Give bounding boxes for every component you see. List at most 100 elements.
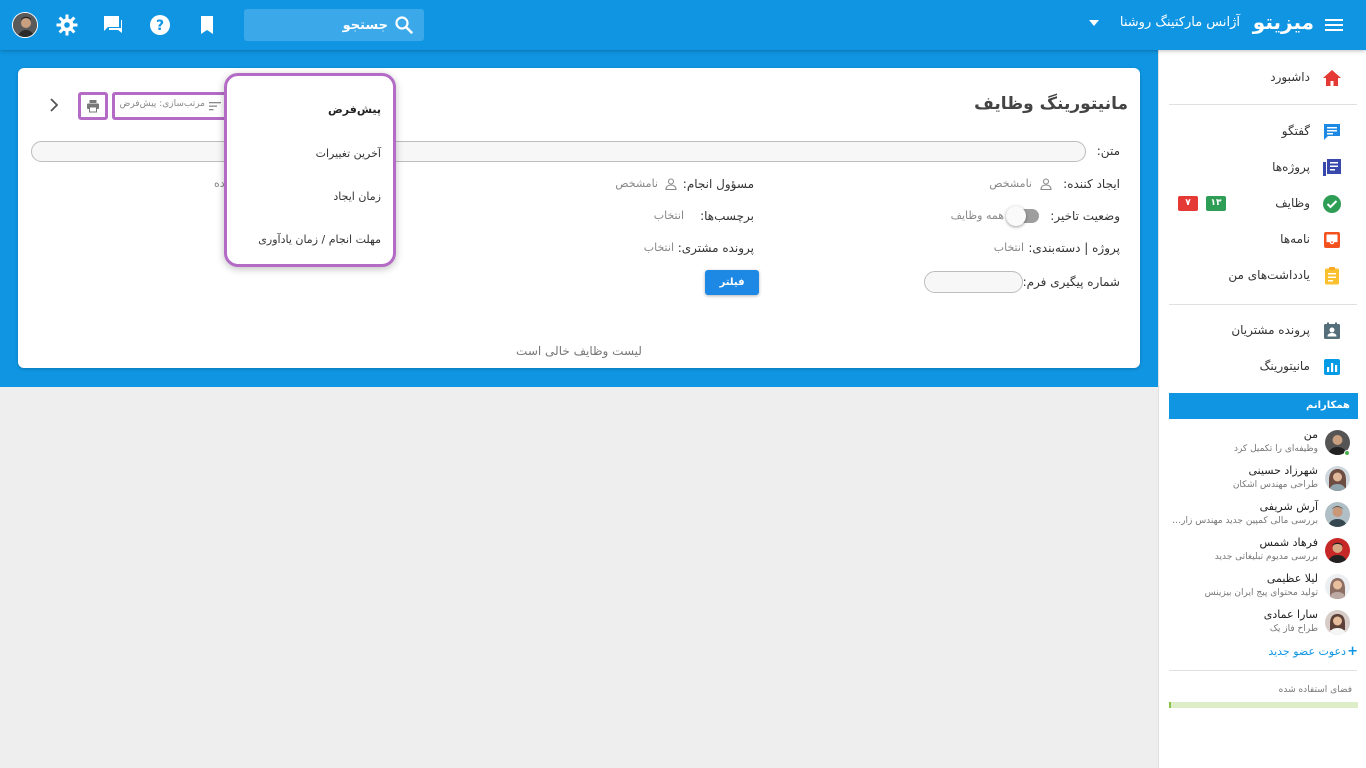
sidebar-item-label: یادداشت‌های من [1228, 268, 1310, 282]
sidebar-item-monitoring[interactable]: مانیتورینگ [1158, 349, 1366, 385]
sidebar-item-my-notes[interactable]: یادداشت‌های من [1158, 258, 1366, 294]
sidebar-item-letters[interactable]: نامه‌ها [1158, 222, 1366, 258]
member-item[interactable]: فرهاد شمس بررسی مدیوم تبلیغاتی جدید [1169, 532, 1358, 568]
sidebar: داشبورد گفتگو پروژه‌ها وظایف ۱۳ ۷ نامه‌ه… [1158, 50, 1366, 768]
sort-option-deadline[interactable]: مهلت انجام / زمان یادآوری [258, 233, 381, 246]
hamburger-menu-icon[interactable] [1324, 15, 1344, 35]
project-select[interactable]: انتخاب [994, 241, 1024, 254]
member-name: من [1303, 428, 1318, 441]
avatar [1325, 574, 1350, 599]
sort-icon [209, 102, 221, 111]
caret-down-icon[interactable] [1089, 20, 1099, 26]
sort-dropdown-menu: پیش‌فرض آخرین تغییرات زمان ایجاد مهلت ان… [224, 73, 396, 267]
divider [1169, 104, 1357, 105]
creator-value[interactable]: نامشخص [989, 177, 1032, 190]
sidebar-item-label: پرونده مشتریان [1231, 323, 1310, 337]
tags-select[interactable]: انتخاب [654, 209, 684, 222]
member-task: طراح فاز یک [1269, 624, 1318, 634]
brand-logo[interactable]: میزیتو [1253, 10, 1314, 34]
delay-status-value: همه وظایف [950, 209, 1004, 222]
assignee-label: مسؤول انجام: [682, 177, 754, 191]
chat-icon [1324, 124, 1340, 140]
member-name: فرهاد شمس [1259, 536, 1318, 549]
text-filter-label: متن: [1096, 144, 1120, 158]
agency-selector[interactable]: آژانس مارکتینگ روشنا [1120, 15, 1240, 30]
divider [1169, 670, 1357, 671]
delay-status-toggle[interactable] [1006, 206, 1039, 226]
member-item[interactable]: لیلا عظیمی تولید محتوای پیج ایران بیزینس [1169, 568, 1358, 604]
search-icon[interactable] [394, 15, 414, 35]
sidebar-item-label: مانیتورینگ [1259, 359, 1310, 373]
tasks-icon [1323, 195, 1341, 213]
storage-usage-fill [1169, 702, 1171, 708]
sort-option-default[interactable]: پیش‌فرض [328, 103, 381, 116]
online-status-dot [1344, 450, 1350, 456]
avatar [1325, 502, 1350, 527]
monitoring-icon [1324, 359, 1340, 375]
sidebar-item-label: پروژه‌ها [1272, 160, 1310, 174]
tasks-badge-red: ۷ [1178, 196, 1198, 211]
print-button[interactable] [78, 92, 108, 120]
member-item[interactable]: شهرزاد حسینی طراحی مهندس اشکان [1169, 460, 1358, 496]
assignee-value[interactable]: نامشخص [615, 177, 658, 190]
avatar [1325, 466, 1350, 491]
inbox-icon [1324, 232, 1340, 248]
member-task: تولید محتوای پیج ایران بیزینس [1204, 588, 1318, 598]
member-item[interactable]: من وظیفه‌ای را تکمیل کرد [1169, 424, 1358, 460]
sidebar-item-projects[interactable]: پروژه‌ها [1158, 150, 1366, 186]
sort-button[interactable]: مرتب‌سازی: پیش‌فرض [112, 92, 232, 120]
sidebar-item-label: نامه‌ها [1280, 232, 1310, 246]
storage-used-label: فضای استفاده شده [1278, 685, 1352, 695]
notes-icon [1325, 267, 1339, 285]
storage-usage-bar [1169, 702, 1358, 708]
team-header: همکارانم [1169, 393, 1358, 419]
projects-icon [1323, 159, 1341, 176]
sort-label: مرتب‌سازی: پیش‌فرض [119, 99, 205, 109]
sidebar-item-dashboard[interactable]: داشبورد [1158, 60, 1366, 96]
search-input[interactable] [268, 15, 388, 35]
sidebar-item-customer-files[interactable]: پرونده مشتریان [1158, 313, 1366, 349]
sort-option-last-changes[interactable]: آخرین تغییرات [316, 147, 381, 160]
gear-icon[interactable] [55, 13, 79, 37]
avatar [1325, 538, 1350, 563]
member-name: شهرزاد حسینی [1248, 464, 1318, 477]
member-item[interactable]: آرش شریفی بررسی مالی کمپین جدید مهندس زا… [1169, 496, 1358, 532]
delay-status-label: وضعیت تاخیر: [1050, 209, 1120, 223]
divider [1169, 304, 1357, 305]
page-title: مانیتورینگ وظایف [974, 94, 1128, 114]
member-task: بررسی مدیوم تبلیغاتی جدید [1214, 552, 1318, 562]
toggle-knob [1006, 206, 1026, 226]
home-icon [1323, 70, 1341, 86]
user-avatar[interactable] [12, 12, 38, 38]
help-icon[interactable]: ? [148, 13, 172, 37]
sidebar-item-label: گفتگو [1281, 124, 1310, 138]
top-bar: میزیتو آژانس مارکتینگ روشنا ? [0, 0, 1366, 50]
customer-file-select[interactable]: انتخاب [644, 241, 674, 254]
sidebar-item-tasks[interactable]: وظایف ۱۳ ۷ [1158, 186, 1366, 222]
tracking-number-input[interactable] [924, 271, 1023, 293]
text-filter-input[interactable] [31, 141, 1086, 162]
sort-option-created-time[interactable]: زمان ایجاد [333, 190, 381, 203]
chevron-right-icon[interactable] [46, 97, 62, 113]
avatar [1325, 610, 1350, 635]
printer-icon [87, 100, 99, 113]
bookmark-icon[interactable] [195, 13, 219, 37]
svg-text:?: ? [156, 18, 164, 34]
member-name: آرش شریفی [1259, 500, 1318, 513]
person-icon [1040, 178, 1052, 190]
sidebar-item-chat[interactable]: گفتگو [1158, 114, 1366, 150]
member-item[interactable]: سارا عمادی طراح فاز یک [1169, 604, 1358, 640]
tracking-number-label: شماره پیگیری فرم: [1022, 275, 1120, 289]
member-name: سارا عمادی [1263, 608, 1318, 621]
plus-icon[interactable]: + [1347, 644, 1358, 659]
filter-button[interactable]: فیلتر [705, 270, 759, 295]
task-monitoring-card: مانیتورینگ وظایف مرتب‌سازی: پیش‌فرض متن:… [18, 68, 1140, 368]
tags-label: برچسب‌ها: [700, 209, 754, 223]
messages-icon[interactable] [101, 13, 125, 37]
sidebar-item-label: وظایف [1275, 196, 1310, 210]
invite-member-link[interactable]: دعوت عضو جدید [1268, 645, 1346, 658]
member-task: وظیفه‌ای را تکمیل کرد [1233, 444, 1318, 454]
sidebar-item-label: داشبورد [1270, 70, 1310, 84]
search-box[interactable] [244, 9, 424, 41]
customer-file-label: پرونده مشتری: [677, 241, 754, 255]
